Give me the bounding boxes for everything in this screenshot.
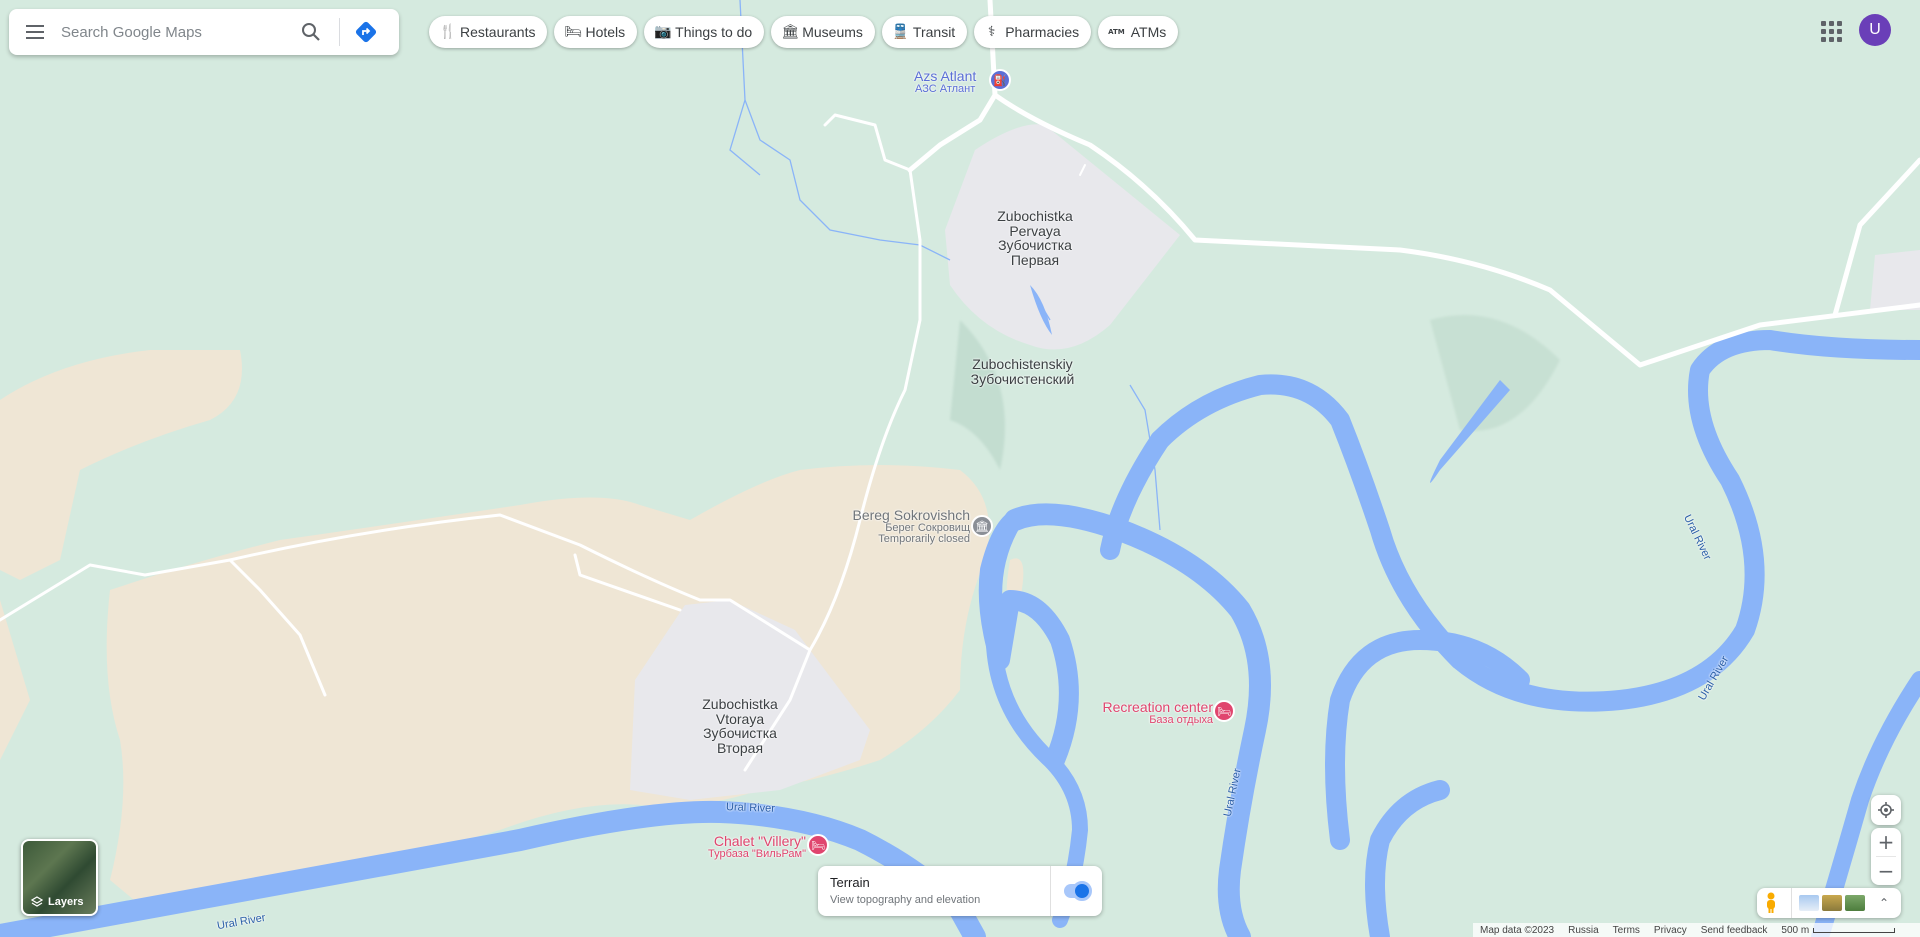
zoom-controls: + − bbox=[1871, 828, 1901, 885]
town-name: Вторая bbox=[716, 740, 764, 757]
atm-icon: ATM bbox=[1108, 28, 1125, 36]
hamburger-menu-icon bbox=[26, 25, 44, 39]
town-zubochistenskiy[interactable]: Zubochistenskiy Зубочистенский bbox=[960, 357, 1085, 386]
poi-azs-atlant[interactable]: Azs Atlant АЗС Атлант bbox=[914, 69, 976, 95]
town-name: Зубочистка bbox=[998, 237, 1072, 254]
pegman-icon bbox=[1767, 892, 1775, 913]
scale-label: 500 m bbox=[1781, 924, 1810, 936]
poi-name: Recreation center bbox=[1102, 699, 1213, 715]
account-avatar[interactable]: U bbox=[1859, 14, 1891, 46]
scale-line bbox=[1813, 927, 1896, 933]
poi-name: Chalet "Villery" bbox=[713, 833, 806, 849]
transit-icon: 🚆 bbox=[891, 24, 910, 40]
imagery-thumbnails bbox=[1791, 888, 1865, 918]
terms-link[interactable]: Terms bbox=[1606, 925, 1647, 936]
zoom-out-button[interactable]: − bbox=[1871, 857, 1901, 885]
map-canvas[interactable]: ⛽ Azs Atlant АЗС Атлант Zubochistka Perv… bbox=[0, 0, 1920, 937]
imagery-thumbnail[interactable] bbox=[1845, 895, 1865, 911]
directions-icon bbox=[355, 21, 377, 43]
chip-label: Things to do bbox=[675, 24, 753, 40]
search-button[interactable] bbox=[291, 9, 331, 55]
restaurant-icon: 🍴 bbox=[439, 24, 457, 40]
layers-label-row: Layers bbox=[31, 896, 83, 908]
river-label: Ural River bbox=[725, 801, 776, 815]
hotel-icon[interactable]: 🛏 bbox=[1213, 700, 1235, 722]
poi-subname: АЗС Атлант bbox=[914, 82, 976, 95]
layers-icon bbox=[31, 896, 43, 907]
search-icon bbox=[302, 23, 320, 41]
terrain-panel: Terrain View topography and elevation bbox=[818, 866, 1102, 916]
my-location-icon bbox=[1878, 802, 1894, 818]
town-name: Zubochistenskiy bbox=[972, 356, 1073, 372]
pharmacy-icon: ⚕ bbox=[987, 24, 996, 40]
terrain-title: Terrain bbox=[830, 875, 870, 890]
chip-museums[interactable]: 🏛 Museums bbox=[771, 16, 875, 48]
terrain-toggle[interactable] bbox=[1064, 881, 1092, 901]
chip-atms[interactable]: ATM ATMs bbox=[1098, 16, 1179, 48]
chip-pharmacies[interactable]: ⚕ Pharmacies bbox=[974, 16, 1092, 48]
poi-name: Bereg Sokrovishch bbox=[852, 507, 970, 523]
poi-bereg-sokrovishch[interactable]: Bereg Sokrovishch Берег Сокровищ Tempora… bbox=[850, 508, 970, 546]
camera-icon: 📷 bbox=[654, 24, 672, 40]
chip-things-to-do[interactable]: 📷 Things to do bbox=[644, 16, 765, 48]
town-name: Зубочистка bbox=[703, 725, 777, 742]
chip-label: ATMs bbox=[1130, 24, 1167, 40]
menu-button[interactable] bbox=[9, 9, 61, 55]
poi-subname: База отдыха bbox=[1149, 713, 1213, 726]
chip-restaurants[interactable]: 🍴 Restaurants bbox=[429, 16, 548, 48]
terrain-description: View topography and elevation bbox=[830, 894, 981, 906]
poi-name: Azs Atlant bbox=[914, 68, 977, 84]
divider bbox=[1050, 866, 1051, 916]
layers-label: Layers bbox=[48, 896, 84, 908]
map-footer: Map data ©2023 Russia Terms Privacy Send… bbox=[1473, 923, 1920, 937]
send-feedback-link[interactable]: Send feedback bbox=[1694, 925, 1775, 936]
search-box bbox=[9, 9, 399, 55]
map-terrain-layer bbox=[0, 0, 1920, 937]
town-name: Первая bbox=[1010, 252, 1060, 269]
directions-button[interactable] bbox=[348, 9, 384, 55]
gas-station-icon[interactable]: ⛽ bbox=[989, 69, 1011, 91]
google-apps-button[interactable] bbox=[1818, 18, 1842, 42]
chip-label: Pharmacies bbox=[1005, 24, 1080, 40]
street-view-bar: ⌃ bbox=[1757, 888, 1901, 918]
layers-button[interactable]: Layers bbox=[21, 839, 98, 916]
town-zubochistka-pervaya[interactable]: Zubochistka Pervaya Зубочистка Первая bbox=[985, 209, 1085, 268]
chip-transit[interactable]: 🚆 Transit bbox=[881, 16, 968, 48]
category-chips: 🍴 Restaurants 🛏 Hotels 📷 Things to do 🏛 … bbox=[429, 16, 1179, 48]
town-zubochistka-vtoraya[interactable]: Zubochistka Vtoraya Зубочистка Вторая bbox=[690, 697, 790, 756]
poi-subname: Турбаза "ВильРам" bbox=[708, 847, 806, 860]
privacy-link[interactable]: Privacy bbox=[1647, 925, 1694, 936]
zoom-in-button[interactable]: + bbox=[1871, 828, 1901, 856]
region-link[interactable]: Russia bbox=[1561, 925, 1606, 936]
museum-icon: 🏛 bbox=[781, 24, 800, 40]
expand-icon[interactable]: ⌃ bbox=[1879, 896, 1889, 910]
hotel-icon[interactable]: 🛏 bbox=[807, 834, 829, 856]
chip-label: Transit bbox=[912, 24, 956, 40]
divider bbox=[339, 18, 340, 46]
chip-label: Restaurants bbox=[460, 24, 536, 40]
chip-label: Museums bbox=[802, 24, 863, 40]
pegman-button[interactable] bbox=[1757, 892, 1785, 914]
imagery-thumbnail[interactable] bbox=[1799, 895, 1819, 911]
search-input[interactable] bbox=[61, 23, 291, 41]
poi-chalet-villery[interactable]: Chalet "Villery" Турбаза "ВильРам" bbox=[700, 834, 806, 860]
scale-bar[interactable]: 500 m bbox=[1774, 925, 1902, 936]
poi-status: Temporarily closed bbox=[878, 533, 970, 546]
my-location-button[interactable] bbox=[1871, 795, 1901, 825]
chip-label: Hotels bbox=[585, 24, 626, 40]
chip-hotels[interactable]: 🛏 Hotels bbox=[554, 16, 638, 48]
map-data-attribution: Map data ©2023 bbox=[1480, 924, 1555, 936]
hotel-icon: 🛏 bbox=[564, 24, 583, 40]
museum-icon[interactable]: 🏛 bbox=[971, 515, 993, 537]
imagery-thumbnail[interactable] bbox=[1822, 895, 1842, 911]
town-name: Zubochistka bbox=[702, 696, 778, 712]
town-name: Зубочистенский bbox=[970, 370, 1075, 387]
town-name: Zubochistka bbox=[997, 208, 1073, 224]
poi-recreation-center[interactable]: Recreation center База отдыха bbox=[1095, 700, 1213, 726]
